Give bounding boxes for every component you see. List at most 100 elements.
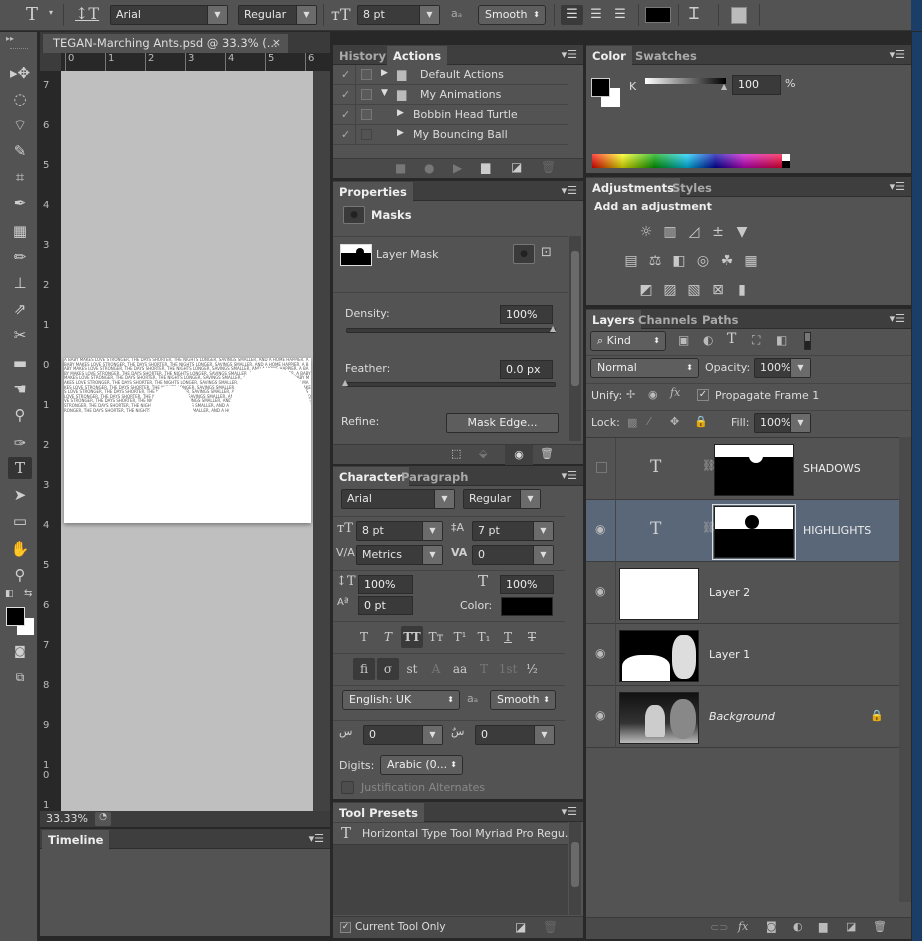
lock-transparent-icon[interactable]: ▩ xyxy=(627,416,637,429)
baseline-shift-input[interactable]: 0 pt xyxy=(358,596,413,615)
expand-right-icon[interactable]: ▶ xyxy=(397,108,404,118)
toggle-check-icon[interactable]: ✓ xyxy=(341,108,350,121)
pen-tool-icon[interactable]: ✑ xyxy=(8,432,32,454)
layer-mask-thumbnail[interactable] xyxy=(714,444,794,496)
opentype-button[interactable]: σ xyxy=(377,658,399,680)
text-style-button[interactable]: TT xyxy=(401,626,423,648)
invert-icon[interactable]: ◩ xyxy=(636,280,656,300)
tool-presets-scrollbar[interactable] xyxy=(569,822,581,915)
lock-all-icon[interactable]: 🔒 xyxy=(694,415,708,428)
collapse-icon[interactable]: ▸▸ xyxy=(6,34,14,43)
zoom-level[interactable]: 33.33% xyxy=(46,812,88,825)
feather-slider[interactable]: ▲ xyxy=(342,379,556,387)
text-color-swatch[interactable] xyxy=(645,7,671,23)
layer-row[interactable]: ◉ Layer 1 xyxy=(586,624,899,686)
character-color-swatch[interactable] xyxy=(501,597,553,616)
crop-tool-icon[interactable]: ⌗ xyxy=(8,166,32,188)
language-select[interactable]: English: UK ⬍ xyxy=(342,690,460,710)
layer-thumbnail[interactable] xyxy=(619,630,699,682)
select-mask-button[interactable]: ● xyxy=(513,244,535,264)
brush-tool-icon[interactable]: ✏ xyxy=(8,246,32,268)
exposure-icon[interactable]: ± xyxy=(708,222,728,242)
density-slider-thumb[interactable]: ▲ xyxy=(550,325,559,333)
opentype-button[interactable]: T xyxy=(473,658,495,680)
trash-icon[interactable]: 🗑 xyxy=(873,920,887,933)
path-selection-tool-icon[interactable]: ➤ xyxy=(8,484,32,506)
levels-icon[interactable]: ▥ xyxy=(660,222,680,242)
text-style-button[interactable]: T₁ xyxy=(473,626,495,648)
k-slider[interactable]: ▲ xyxy=(645,78,727,91)
default-colors-icon[interactable]: ◧ xyxy=(5,589,14,599)
eyedropper-tool-icon[interactable]: ✒ xyxy=(8,192,32,214)
folder-icon[interactable]: ▆ xyxy=(481,160,490,174)
add-vector-mask-icon[interactable]: ⊡ xyxy=(541,245,552,260)
panel-menu-icon[interactable]: ▾☰ xyxy=(562,48,577,61)
toggle-mask-visibility-icon[interactable]: ◉ xyxy=(505,445,533,465)
curves-icon[interactable]: ◿ xyxy=(684,222,704,242)
toggle-check-icon[interactable]: ✓ xyxy=(341,128,350,141)
align-center-button[interactable]: ☰ xyxy=(585,5,607,25)
text-style-button[interactable]: T xyxy=(353,626,375,648)
type-tool-icon[interactable]: T xyxy=(8,457,32,479)
feather-input[interactable]: 0.0 px xyxy=(500,360,553,379)
status-menu-icon[interactable]: ◔ xyxy=(95,812,111,826)
kashida-select-1[interactable]: 0 ▼ xyxy=(363,725,443,745)
layer-row[interactable]: ◉ Background 🔒 xyxy=(586,686,899,748)
layer-name[interactable]: HIGHLIGHTS xyxy=(803,524,871,537)
tab-styles[interactable]: Styles xyxy=(666,178,718,198)
document-canvas[interactable]: A BABY MAKES LOVE STRONGER, THE DAYS SHO… xyxy=(64,358,311,523)
toggle-check-icon[interactable]: ✓ xyxy=(341,68,350,81)
layer-filter-select[interactable]: ⌕ Kind ⬍ xyxy=(590,331,666,351)
tab-paths[interactable]: Paths xyxy=(696,310,744,330)
filter-toggle[interactable] xyxy=(804,332,811,350)
blend-mode-select[interactable]: Normal ⬍ xyxy=(590,358,699,378)
black-swatch[interactable] xyxy=(782,161,790,168)
screen-mode-icon[interactable]: ⧉ xyxy=(8,666,32,688)
panel-menu-icon[interactable]: ▾☰ xyxy=(562,469,577,482)
delete-mask-icon[interactable]: 🗑 xyxy=(540,447,554,460)
layer-name[interactable]: Background xyxy=(709,710,775,723)
document-tab[interactable]: TEGAN-Marching Ants.psd @ 33.3% (... × xyxy=(43,34,288,53)
adjustment-layer-icon[interactable]: ◐ xyxy=(793,920,803,933)
visibility-eye-icon[interactable]: ◉ xyxy=(595,646,605,660)
anti-alias-select[interactable]: Smooth ⬍ xyxy=(478,5,546,25)
char-font-style-select[interactable]: Regular ▼ xyxy=(463,489,541,509)
dialog-toggle-icon[interactable] xyxy=(361,109,372,120)
quick-mask-icon[interactable]: ◙ xyxy=(8,640,32,662)
gradient-map-icon[interactable]: ▮ xyxy=(732,280,752,300)
action-item[interactable]: ✓ ▼ ▆ My Animations xyxy=(333,85,568,105)
tab-actions[interactable]: Actions xyxy=(387,46,448,66)
font-style-select[interactable]: Regular ▼ xyxy=(238,5,317,25)
font-size-select[interactable]: 8 pt ▼ xyxy=(357,5,440,25)
new-preset-icon[interactable]: ◪ xyxy=(515,920,526,934)
toggle-check-icon[interactable]: ✓ xyxy=(341,88,350,101)
justification-alternates-checkbox[interactable] xyxy=(341,781,354,794)
layer-row[interactable]: ◉ T ⛓ HIGHLIGHTS xyxy=(586,500,899,562)
expand-down-icon[interactable]: ▼ xyxy=(381,88,388,98)
character-panel-icon[interactable] xyxy=(731,7,747,24)
blur-tool-icon[interactable]: ☚ xyxy=(8,378,32,400)
text-style-button[interactable]: T xyxy=(497,626,519,648)
char-font-family-select[interactable]: Arial ▼ xyxy=(341,489,455,509)
type-tool-icon[interactable]: T xyxy=(26,4,38,25)
layer-row[interactable]: T ⛓ SHADOWS xyxy=(586,438,899,500)
add-mask-icon[interactable]: ◙ xyxy=(766,920,777,933)
new-layer-icon[interactable]: ◪ xyxy=(846,920,856,933)
propagate-frame-checkbox[interactable]: ✓ xyxy=(697,389,709,401)
kashida-select-2[interactable]: 0 ▼ xyxy=(475,725,555,745)
opentype-button[interactable]: st xyxy=(401,658,423,680)
scrollbar-thumb[interactable] xyxy=(571,251,579,386)
opentype-button[interactable]: 1st xyxy=(497,658,519,680)
eraser-tool-icon[interactable]: ✂ xyxy=(8,324,32,346)
tab-tool-presets[interactable]: Tool Presets xyxy=(333,803,424,823)
unify-visibility-icon[interactable]: ◉ xyxy=(648,388,658,401)
action-item[interactable]: ✓ ▶ Bobbin Head Turtle xyxy=(333,105,568,125)
density-slider[interactable]: ▲ xyxy=(346,325,559,333)
filter-type-icon[interactable]: T xyxy=(727,331,736,347)
layer-thumbnail[interactable] xyxy=(619,692,699,744)
vibrance-icon[interactable]: ▼ xyxy=(732,222,752,242)
digits-select[interactable]: Arabic (0... ⬍ xyxy=(380,755,463,775)
group-icon[interactable]: ▆ xyxy=(819,920,827,933)
leading-select[interactable]: 7 pt ▼ xyxy=(472,521,554,541)
layer-name[interactable]: Layer 2 xyxy=(709,586,750,599)
